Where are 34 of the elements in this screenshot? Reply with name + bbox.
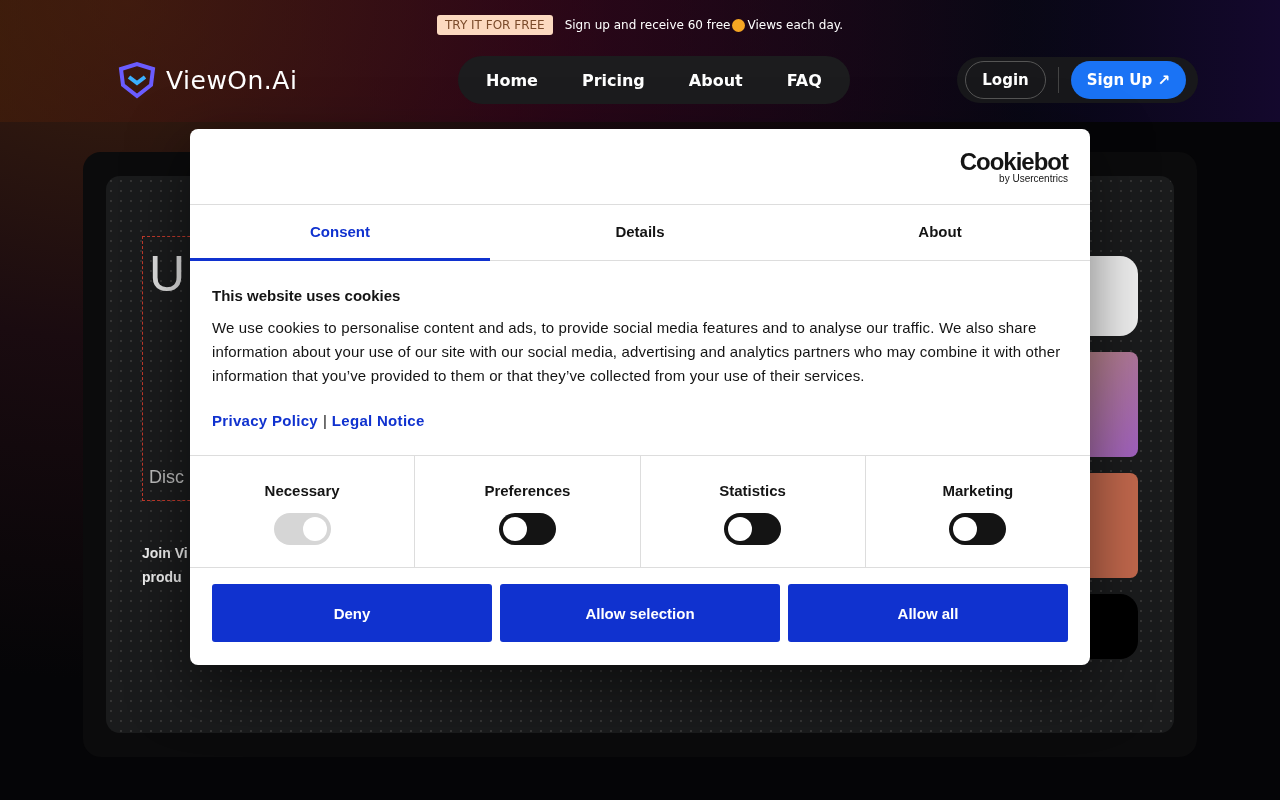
hero-subtitle: Disc — [149, 467, 184, 488]
link-separator: | — [322, 412, 327, 429]
logo-text: ViewOn.Ai — [166, 65, 298, 95]
toggle-switch[interactable] — [498, 513, 556, 545]
legal-notice-link[interactable]: Legal Notice — [331, 412, 425, 429]
promo-text: Sign up and receive 60 free — [564, 18, 731, 32]
hero-intro-line: Join Vi — [142, 544, 188, 563]
privacy-policy-link[interactable]: Privacy Policy — [212, 412, 318, 429]
category-label: Necessary — [264, 482, 340, 499]
nav-link[interactable]: FAQ — [764, 70, 844, 90]
promo-badge: TRY IT FOR FREE — [437, 15, 553, 35]
coin-icon — [732, 18, 746, 32]
consent-button[interactable]: Allow selection — [500, 584, 780, 642]
dialog-tab[interactable]: Consent — [190, 205, 490, 261]
nav-link[interactable]: About — [666, 70, 765, 90]
promo-text-end: Views each day. — [747, 18, 843, 32]
cookie-description: We use cookies to personalise content and ads, to provide social media features and to analyse our traffic. We also share information about your use of our site with our social media, advertising and analytics partners who may combine it with other information that you’ve provided to them or that they’ve collected from your use of their services. — [212, 318, 1062, 386]
dialog-tab[interactable]: Details — [490, 205, 790, 261]
hero-intro-line: produ — [142, 568, 182, 587]
toggle-switch[interactable] — [949, 513, 1007, 545]
hero-heading: U — [149, 249, 186, 299]
category-label: Marketing — [942, 482, 1014, 499]
consent-button[interactable]: Allow all — [788, 584, 1068, 642]
nav-link[interactable]: Pricing — [559, 70, 667, 90]
logo-icon — [118, 61, 156, 99]
consent-button[interactable]: Deny — [212, 584, 492, 642]
toggle-switch[interactable] — [724, 513, 782, 545]
cookiebot-logo: Cookiebot by Usercentrics — [959, 149, 1068, 184]
nav-link[interactable]: Home — [464, 70, 560, 90]
category-label: Preferences — [484, 482, 571, 499]
category-label: Statistics — [719, 482, 786, 499]
dialog-title: This website uses cookies — [212, 287, 402, 304]
signup-button[interactable]: Sign Up ↗ — [1070, 61, 1186, 99]
dialog-tab[interactable]: About — [790, 205, 1090, 261]
